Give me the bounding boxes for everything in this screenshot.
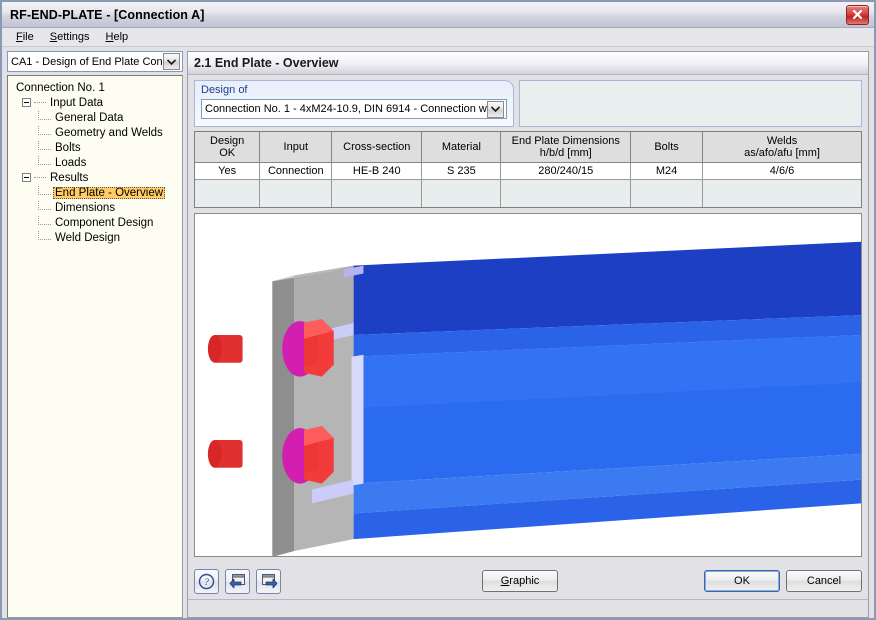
tree-item-general-data[interactable]: General Data: [12, 110, 180, 125]
help-icon: ?: [198, 573, 215, 589]
close-icon: [852, 9, 863, 20]
cell-input[interactable]: Connection: [259, 162, 333, 180]
svg-text:?: ?: [204, 578, 209, 588]
tree-item-bolts[interactable]: Bolts: [12, 140, 180, 155]
tree-item-label: Input Data: [50, 96, 104, 109]
window-title: RF-END-PLATE - [Connection A]: [10, 7, 205, 22]
connection-rendering: [207, 241, 861, 556]
table-header-row: Design OK Input Cross-section Material E…: [195, 132, 861, 163]
menu-file[interactable]: FFileile: [8, 29, 42, 45]
column-header-design-ok[interactable]: Design OK: [195, 132, 261, 163]
tree-item-input-data[interactable]: Input Data: [12, 95, 180, 110]
tree-item-end-plate-overview[interactable]: End Plate - Overview: [12, 185, 180, 200]
cancel-button[interactable]: Cancel: [786, 570, 862, 592]
application-window: RF-END-PLATE - [Connection A] FFileile S…: [0, 0, 876, 620]
column-header-end-plate-dimensions[interactable]: End Plate Dimensions h/b/d [mm]: [500, 132, 632, 163]
cell-welds[interactable]: 4/6/6: [702, 162, 861, 180]
bolt-upper: [207, 319, 334, 377]
tree-item-label: Weld Design: [55, 231, 120, 244]
design-of-label: Design of: [201, 84, 248, 96]
tree-item-dimensions[interactable]: Dimensions: [12, 200, 180, 215]
design-case-select-value: CA1 - Design of End Plate Conr: [11, 55, 163, 68]
tree-item-component-design[interactable]: Component Design: [12, 215, 180, 230]
weld-seam-web: [351, 354, 364, 486]
help-button[interactable]: ?: [194, 568, 219, 594]
previous-window-icon: [229, 573, 245, 588]
tree-item-label: Loads: [55, 156, 87, 169]
tree-item-label: Component Design: [55, 216, 154, 229]
tree-item-label: End Plate - Overview: [53, 186, 166, 199]
column-header-welds[interactable]: Welds as/afo/afu [mm]: [702, 132, 861, 163]
graphic-button[interactable]: Graphic: [482, 570, 558, 592]
tree-connector: [38, 126, 51, 135]
navigation-tree[interactable]: Connection No. 1 Input Data General Data…: [7, 75, 183, 618]
table-row[interactable]: Yes Connection HE-B 240 S 235 280/240/15…: [195, 162, 861, 180]
tree-connector: [34, 102, 46, 103]
collapse-icon[interactable]: [22, 173, 31, 182]
cell-design-ok[interactable]: Yes: [195, 162, 261, 180]
bolt-lower: [207, 426, 334, 484]
results-table-container: Design OK Input Cross-section Material E…: [194, 131, 862, 208]
tree-connector: [38, 186, 51, 195]
tree-item-weld-design[interactable]: Weld Design: [12, 230, 180, 245]
ok-button[interactable]: OK: [704, 570, 780, 592]
tree-item-label: Geometry and Welds: [55, 126, 163, 139]
tree-item-loads[interactable]: Loads: [12, 155, 180, 170]
end-plate-connection-3d-view[interactable]: [194, 213, 862, 557]
next-window-button[interactable]: [256, 568, 281, 594]
design-of-group: Design of Connection No. 1 - 4xM24-10.9,…: [194, 80, 514, 127]
previous-window-button[interactable]: [225, 568, 250, 594]
cell-material[interactable]: S 235: [421, 162, 502, 180]
column-header-cross-section[interactable]: Cross-section: [331, 132, 423, 163]
tree-item-connection-no-1[interactable]: Connection No. 1: [12, 80, 180, 95]
cell-cross-section[interactable]: HE-B 240: [331, 162, 423, 180]
tree-item-label: Bolts: [55, 141, 81, 154]
results-table: Design OK Input Cross-section Material E…: [195, 132, 861, 207]
main-body: CA1 - Design of End Plate Conr Connectio…: [2, 47, 874, 618]
tree-connector: [38, 201, 51, 210]
tree-connector: [38, 216, 51, 225]
info-panel: [519, 80, 862, 127]
content-pane: 2.1 End Plate - Overview Design of Conne…: [187, 51, 869, 618]
menu-settings[interactable]: Settings: [42, 29, 98, 45]
chevron-down-icon[interactable]: [163, 53, 180, 70]
tree-item-label: Connection No. 1: [16, 81, 105, 94]
tree-item-label: General Data: [55, 111, 124, 124]
tree-connector: [38, 156, 51, 165]
menu-bar: FFileile Settings Help: [2, 28, 874, 47]
cell-bolts[interactable]: M24: [630, 162, 704, 180]
design-of-row: Design of Connection No. 1 - 4xM24-10.9,…: [188, 75, 868, 131]
table-row-empty[interactable]: [195, 179, 861, 207]
column-header-input[interactable]: Input: [259, 132, 333, 163]
tree-item-label: Dimensions: [55, 201, 116, 214]
tree-item-geometry-and-welds[interactable]: Geometry and Welds: [12, 125, 180, 140]
column-header-bolts[interactable]: Bolts: [630, 132, 704, 163]
end-plate-side: [272, 275, 295, 556]
tree-connector: [38, 111, 51, 120]
cell-end-plate-dimensions[interactable]: 280/240/15: [500, 162, 632, 180]
dialog-footer: ? G raphic OK Cancel: [188, 563, 868, 599]
navigator-pane: CA1 - Design of End Plate Conr Connectio…: [7, 51, 183, 618]
tree-connector: [38, 141, 51, 150]
title-bar: RF-END-PLATE - [Connection A]: [2, 2, 874, 28]
next-window-icon: [261, 573, 277, 588]
column-header-material[interactable]: Material: [421, 132, 502, 163]
collapse-icon[interactable]: [22, 98, 31, 107]
close-button[interactable]: [846, 4, 869, 25]
tree-item-label: Results: [50, 171, 89, 184]
design-case-select[interactable]: CA1 - Design of End Plate Conr: [7, 51, 183, 72]
chevron-down-icon[interactable]: [487, 100, 504, 118]
page-title: 2.1 End Plate - Overview: [188, 52, 868, 75]
design-of-select-value: Connection No. 1 - 4xM24-10.9, DIN 6914 …: [205, 103, 487, 115]
tree-connector: [34, 177, 46, 178]
tree-item-results[interactable]: Results: [12, 170, 180, 185]
status-bar: [188, 599, 868, 617]
menu-help[interactable]: Help: [98, 29, 137, 45]
tree-connector: [38, 231, 51, 240]
design-of-select[interactable]: Connection No. 1 - 4xM24-10.9, DIN 6914 …: [201, 99, 507, 119]
